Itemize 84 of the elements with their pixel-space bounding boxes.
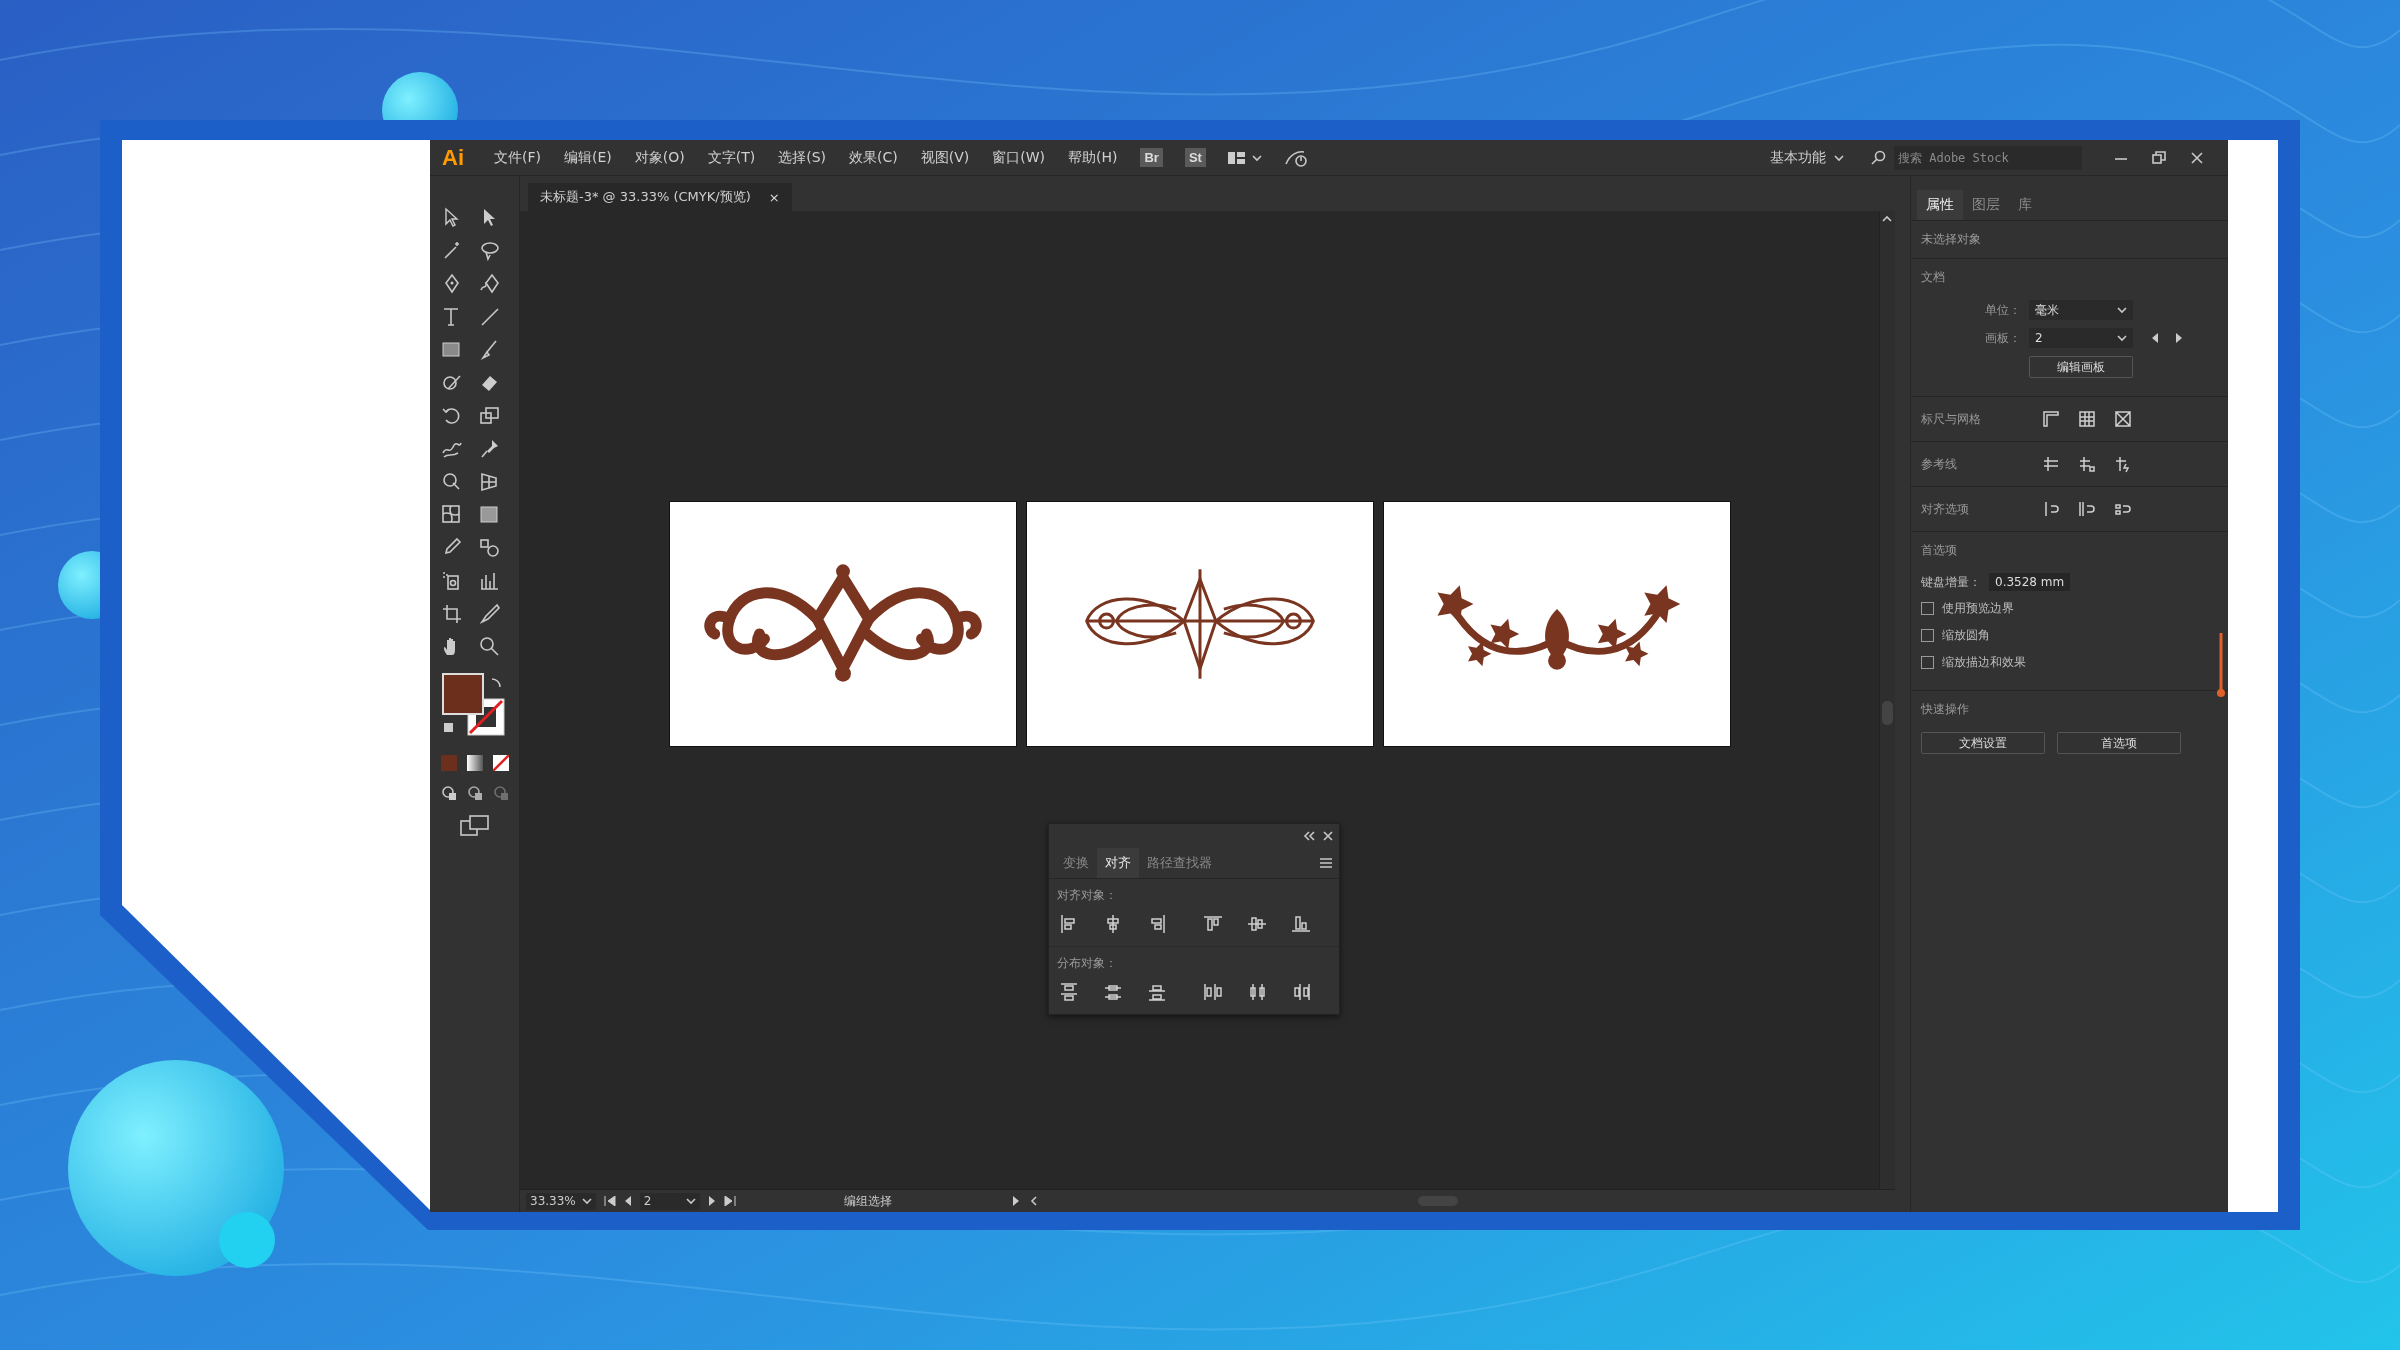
section-label: 对齐对象：	[1056, 887, 1118, 904]
field-label: 画板：	[1984, 329, 2021, 347]
panel-tab[interactable]: 属性	[1917, 190, 1963, 220]
caret-icon	[1834, 153, 1844, 162]
menu-item[interactable]: 帮助(H)	[1068, 148, 1118, 167]
close-icon[interactable]	[2190, 150, 2204, 165]
scrollbar[interactable]	[1879, 211, 1895, 1189]
next-icon[interactable]	[707, 1196, 716, 1206]
pen-icon[interactable]	[477, 272, 502, 296]
restore-icon[interactable]	[2152, 150, 2166, 165]
caret-icon	[685, 1197, 696, 1205]
gradient-mode-icon[interactable]	[466, 755, 483, 771]
caret-icon	[581, 1197, 592, 1205]
previous-icon[interactable]	[623, 1196, 632, 1206]
status-text: 编组选择	[843, 1192, 893, 1210]
field-label: 键盘增量：	[1921, 573, 1981, 591]
menu-item[interactable]: 文字(T)	[707, 148, 756, 167]
menu-item[interactable]: 编辑(E)	[564, 148, 612, 167]
increment-field[interactable]: 0.3528 mm	[1989, 573, 2071, 591]
panel-tab[interactable]: 库	[2009, 190, 2041, 220]
action-button[interactable]: 文档设置	[1921, 732, 2045, 754]
zoom-field[interactable]: 33.33%	[526, 1192, 596, 1210]
panel-tab[interactable]: 变换	[1055, 848, 1097, 878]
ruler-grid-icon[interactable]	[2041, 409, 2061, 429]
section-label: 参考线	[1921, 455, 1958, 473]
menu-item[interactable]: 视图(V)	[920, 148, 970, 167]
color-mode-icon[interactable]	[440, 755, 457, 771]
bridge-button[interactable]: Br	[1140, 148, 1163, 167]
layout-icon[interactable]	[1227, 150, 1262, 165]
ruler-grid-icon[interactable]	[2077, 409, 2097, 429]
menu-item[interactable]: 窗口(W)	[992, 148, 1045, 167]
checkbox-label: 缩放圆角	[1942, 627, 1990, 644]
section-label: 对齐选项	[1921, 500, 1970, 518]
close-icon[interactable]	[1323, 831, 1333, 841]
field-label: 单位：	[1984, 301, 2021, 319]
checkbox[interactable]	[1921, 656, 1934, 669]
unit-dropdown[interactable]: 毫米	[2029, 300, 2133, 320]
edit-artboards-button[interactable]: 编辑画板	[2029, 356, 2133, 378]
section-label: 快速操作	[1920, 701, 1970, 718]
last-icon[interactable]	[723, 1196, 736, 1206]
checkbox-label: 使用预览边界	[1942, 600, 2014, 617]
checkbox-label: 缩放描边和效果	[1942, 654, 2026, 671]
first-icon[interactable]	[603, 1196, 616, 1206]
search-field[interactable]: 搜索 Adobe Stock	[1894, 145, 2082, 170]
artboard-dropdown[interactable]: 2	[2029, 328, 2133, 348]
workspace-switcher[interactable]: 基本功能	[1764, 147, 1850, 168]
previous-icon[interactable]	[2151, 333, 2159, 343]
close-button[interactable]: ×	[768, 189, 780, 205]
section-label: 标尺与网格	[1921, 410, 1982, 428]
artboard-field[interactable]: 2	[639, 1192, 700, 1210]
snap-icon[interactable]	[2077, 499, 2097, 519]
action-button[interactable]: 首选项	[2057, 732, 2181, 754]
menu-item[interactable]: 对象(O)	[634, 148, 685, 167]
panel-tab[interactable]: 图层	[1963, 190, 2009, 220]
section-label: 首选项	[1920, 542, 1958, 559]
search-icon[interactable]	[1870, 149, 1888, 166]
screen-mode-icon[interactable]	[459, 815, 490, 837]
checkbox[interactable]	[1921, 602, 1934, 615]
draw-mode-icon[interactable]	[440, 785, 457, 801]
caret-icon	[2117, 334, 2127, 342]
menu-item[interactable]: 选择(S)	[778, 148, 826, 167]
menu-item[interactable]: 文件(F)	[494, 148, 541, 167]
play-icon[interactable]	[1011, 1196, 1020, 1206]
next-icon[interactable]	[2175, 333, 2183, 343]
ruler-grid-icon[interactable]	[2113, 409, 2133, 429]
caret-icon	[2117, 306, 2127, 314]
section-label: 分布对象：	[1049, 946, 1339, 976]
none-mode-icon[interactable]	[492, 755, 509, 771]
knife-icon[interactable]	[477, 602, 502, 626]
menu-item[interactable]: 效果(C)	[849, 148, 898, 167]
guide-icon[interactable]	[2077, 454, 2097, 474]
checkbox[interactable]	[1921, 629, 1934, 642]
stock-button[interactable]: St	[1184, 148, 1206, 167]
section-label: 文档	[1920, 269, 1946, 286]
blend-icon[interactable]	[477, 536, 502, 560]
panel-tab[interactable]: 路径查找器	[1139, 848, 1220, 878]
app-logo: Ai	[442, 144, 464, 171]
collapse-icon[interactable]	[1303, 831, 1315, 841]
panel-tab[interactable]: 对齐	[1097, 848, 1139, 878]
guide-icon[interactable]	[2041, 454, 2061, 474]
status-text: 未选择对象	[1911, 221, 2228, 259]
draw-mode-icon[interactable]	[466, 785, 483, 801]
menu-icon[interactable]	[1319, 858, 1333, 868]
document-tab[interactable]: 未标题-3* @ 33.33% (CMYK/预览) ×	[528, 183, 792, 211]
